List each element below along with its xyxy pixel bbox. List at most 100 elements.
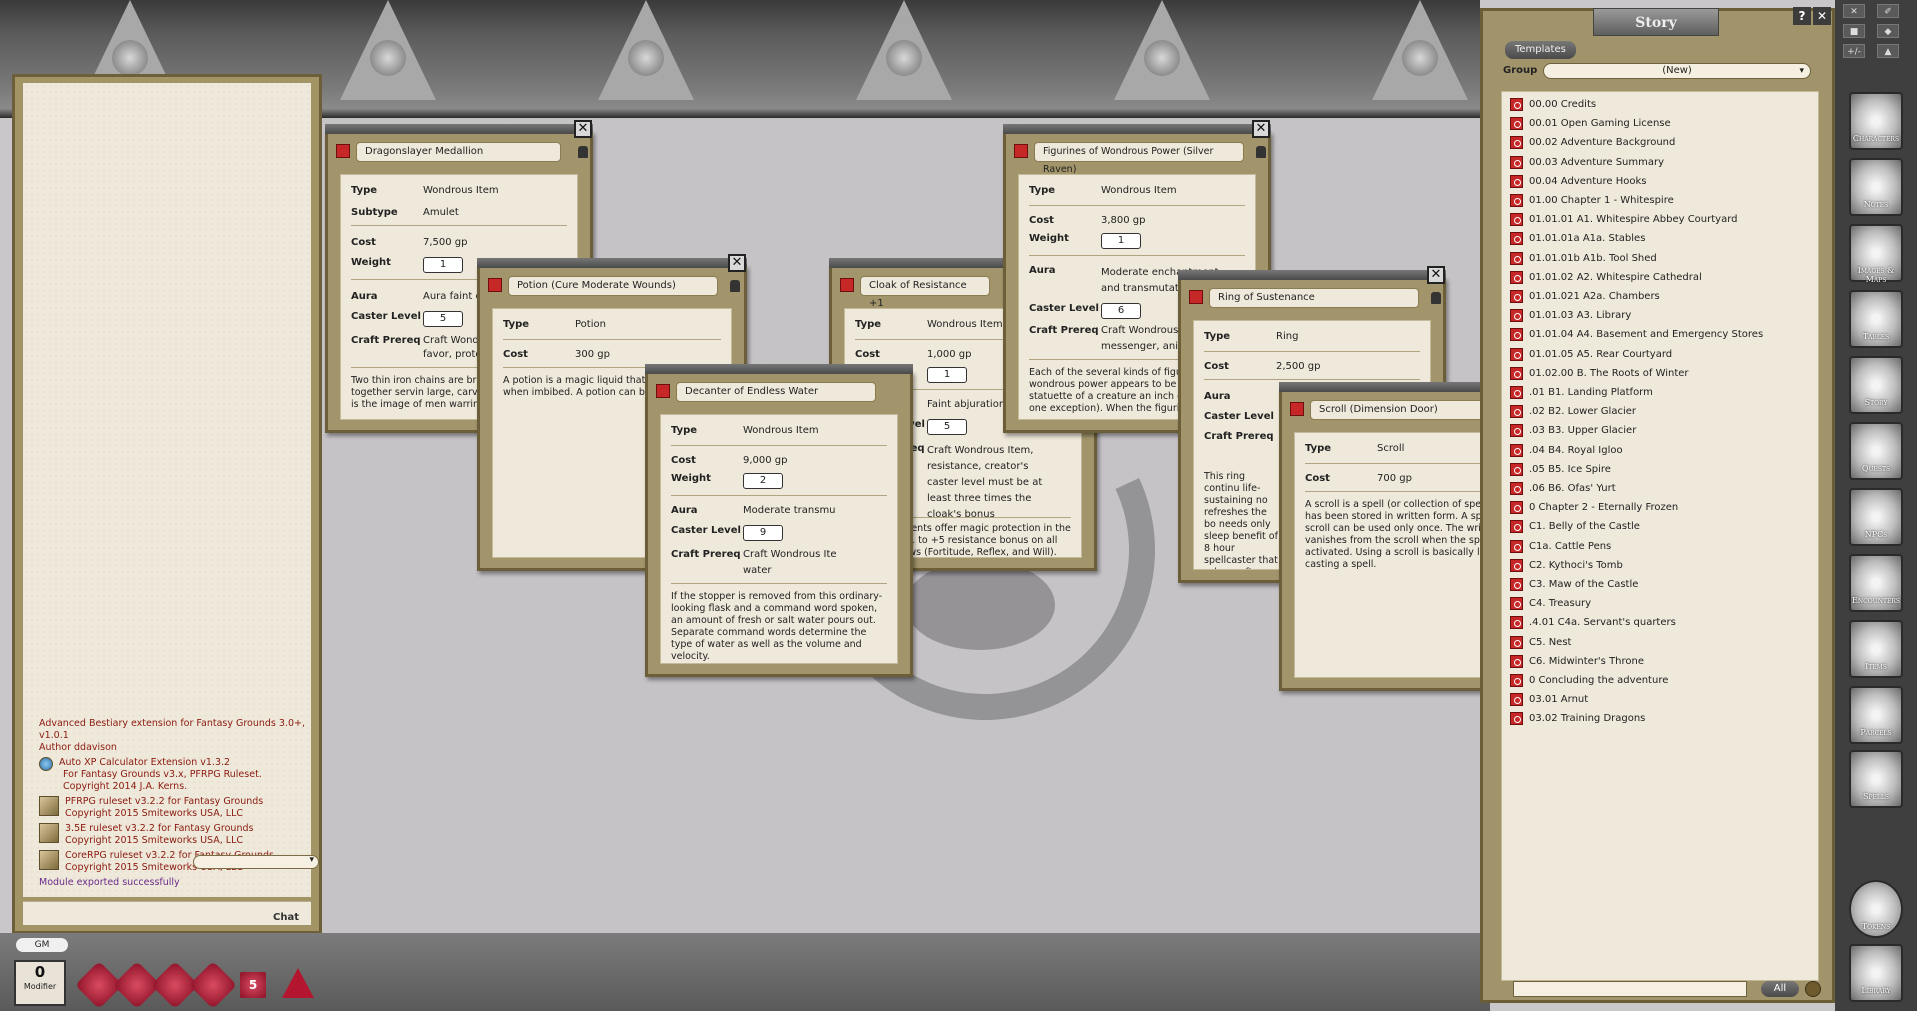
item-weight-field[interactable]: 1 [1101, 233, 1141, 249]
story-list-item[interactable]: 01.01.01 A1. Whitespire Abbey Courtyard [1510, 211, 1738, 228]
story-record-icon[interactable] [1510, 213, 1523, 227]
story-record-icon[interactable] [1510, 405, 1523, 419]
story-record-icon[interactable] [1510, 443, 1523, 457]
story-list-item[interactable]: 00.01 Open Gaming License [1510, 115, 1671, 132]
story-record-icon[interactable] [1510, 635, 1523, 649]
sidebar-button-story[interactable]: Story [1849, 356, 1903, 414]
story-record-icon[interactable] [1510, 520, 1523, 534]
story-list-item[interactable]: 01.02.00 B. The Roots of Winter [1510, 365, 1689, 382]
story-list-item[interactable]: .4.01 C4a. Servant's quarters [1510, 614, 1676, 631]
caster-level-field[interactable]: 5 [423, 311, 463, 327]
sidebar-button-tables[interactable]: Tables [1849, 290, 1903, 348]
story-record-icon[interactable] [1510, 674, 1523, 687]
story-list-item[interactable]: .03 B3. Upper Glacier [1510, 422, 1636, 439]
story-list-item[interactable]: 00.00 Credits [1510, 96, 1596, 113]
story-list-item[interactable]: 01.00 Chapter 1 - Whitespire [1510, 192, 1674, 209]
story-record-icon[interactable] [1510, 290, 1523, 303]
sidebar-button-characters[interactable]: Characters [1849, 92, 1903, 150]
close-button[interactable]: ✕ [728, 254, 746, 272]
story-record-icon[interactable] [1510, 174, 1523, 188]
story-record-icon[interactable] [1510, 558, 1523, 572]
story-record-icon[interactable] [1510, 386, 1523, 399]
story-record-icon[interactable] [1510, 424, 1523, 438]
sidebar-tool-button[interactable]: ◆ [1877, 24, 1899, 38]
story-list-item[interactable]: 01.01.05 A5. Rear Courtyard [1510, 346, 1672, 363]
story-list-item[interactable]: C2. Kythoci's Tomb [1510, 557, 1623, 574]
sidebar-tool-button[interactable]: ▲ [1877, 44, 1899, 58]
story-list-item[interactable]: 01.01.021 A2a. Chambers [1510, 288, 1660, 305]
story-record-icon[interactable] [1510, 194, 1523, 207]
item-name-field[interactable]: Ring of Sustenance [1209, 288, 1419, 308]
d20-die-icon[interactable] [282, 968, 314, 998]
story-record-icon[interactable] [1510, 328, 1523, 342]
story-list-item[interactable]: 03.02 Training Dragons [1510, 710, 1645, 727]
story-record-icon[interactable] [1510, 309, 1523, 323]
item-description[interactable]: Each of the several kinds of figurin won… [1029, 367, 1195, 415]
lock-icon[interactable] [1256, 146, 1266, 158]
story-list-item[interactable]: C1a. Cattle Pens [1510, 538, 1611, 555]
sidebar-button-items[interactable]: Items [1849, 620, 1903, 678]
story-list-item[interactable]: .02 B2. Lower Glacier [1510, 403, 1636, 420]
story-record-icon[interactable] [1510, 501, 1523, 515]
story-search-input[interactable] [1513, 981, 1747, 997]
item-window-decanter[interactable]: Decanter of Endless Water Type Wondrous I… [645, 364, 913, 677]
sidebar-button-npcs[interactable]: NPCs [1849, 488, 1903, 546]
story-list-item[interactable]: 00.02 Adventure Background [1510, 134, 1675, 151]
caster-level-field[interactable]: 9 [743, 525, 783, 541]
item-name-field[interactable]: Cloak of Resistance +1 [860, 276, 990, 309]
lock-icon[interactable] [730, 280, 740, 292]
story-list-item[interactable]: C6. Midwinter's Throne [1510, 653, 1644, 670]
story-list-item[interactable]: .05 B5. Ice Spire [1510, 461, 1611, 478]
caster-level-field[interactable]: 5 [927, 419, 967, 435]
sidebar-button-encounters[interactable]: Encounters [1849, 554, 1903, 612]
item-weight-field[interactable]: 1 [423, 257, 463, 273]
item-name-field[interactable]: Decanter of Endless Water [676, 382, 876, 402]
story-record-icon[interactable] [1510, 366, 1523, 380]
story-list-item[interactable]: 01.01.01a A1a. Stables [1510, 230, 1645, 247]
story-record-icon[interactable] [1510, 539, 1523, 553]
item-name-field[interactable]: Figurines of Wondrous Power (Silver Rave… [1034, 142, 1244, 175]
story-list-item[interactable]: 01.01.03 A3. Library [1510, 307, 1631, 324]
close-button[interactable]: ✕ [1813, 7, 1831, 25]
story-list-item[interactable]: .01 B1. Landing Platform [1510, 384, 1653, 401]
sidebar-tool-button[interactable]: +/- [1843, 44, 1865, 58]
story-record-icon[interactable] [1510, 136, 1523, 150]
story-list-item[interactable]: 00.03 Adventure Summary [1510, 154, 1664, 171]
story-list[interactable]: 00.00 Credits 00.01 Open Gaming License 00… [1501, 91, 1819, 981]
story-record-icon[interactable] [1510, 693, 1523, 707]
item-weight-field[interactable]: 1 [927, 367, 967, 383]
story-list-item[interactable]: .04 B4. Royal Igloo [1510, 442, 1623, 459]
chat-input[interactable]: Chat [23, 901, 311, 925]
item-name-field[interactable]: Potion (Cure Moderate Wounds) [508, 276, 718, 296]
story-list-item[interactable]: 01.01.01b A1b. Tool Shed [1510, 250, 1657, 267]
item-name-field[interactable]: Dragonslayer Medallion [356, 142, 561, 162]
close-button[interactable]: ✕ [1427, 266, 1445, 284]
sidebar-button-notes[interactable]: Notes [1849, 158, 1903, 216]
close-button[interactable]: ✕ [574, 120, 592, 138]
group-select[interactable]: (New) ▾ [1543, 63, 1811, 79]
sidebar-button-images-maps[interactable]: Images & Maps [1849, 224, 1903, 284]
sidebar-tool-button[interactable]: ✕ [1843, 4, 1865, 18]
sidebar-button-library[interactable]: Library [1849, 944, 1903, 1002]
story-record-icon[interactable] [1510, 482, 1523, 495]
templates-button[interactable]: Templates [1505, 41, 1576, 59]
sidebar-button-spells[interactable]: Spells [1849, 750, 1903, 808]
story-list-item[interactable]: 0 Concluding the adventure [1510, 672, 1668, 689]
help-button[interactable]: ? [1793, 7, 1811, 25]
edit-list-icon[interactable] [1805, 981, 1821, 997]
story-record-icon[interactable] [1510, 712, 1523, 726]
chat-mode-dropdown[interactable]: ▾ [193, 855, 319, 869]
story-record-icon[interactable] [1510, 578, 1523, 591]
story-record-icon[interactable] [1510, 251, 1523, 265]
item-weight-field[interactable]: 2 [743, 473, 783, 489]
story-list-item[interactable]: 01.01.04 A4. Basement and Emergency Stor… [1510, 326, 1763, 343]
chat-log[interactable]: Advanced Bestiary extension for Fantasy … [23, 83, 319, 897]
story-list-item[interactable]: C1. Belly of the Castle [1510, 518, 1640, 535]
story-list-item[interactable]: C3. Maw of the Castle [1510, 576, 1638, 593]
story-list-item[interactable]: 01.01.02 A2. Whitespire Cathedral [1510, 269, 1702, 286]
story-record-icon[interactable] [1510, 462, 1523, 476]
story-record-icon[interactable] [1510, 347, 1523, 361]
item-description[interactable]: This ring continu life-sustaining no ref… [1204, 471, 1280, 569]
story-record-icon[interactable] [1510, 270, 1523, 284]
caster-level-field[interactable]: 6 [1101, 303, 1141, 319]
